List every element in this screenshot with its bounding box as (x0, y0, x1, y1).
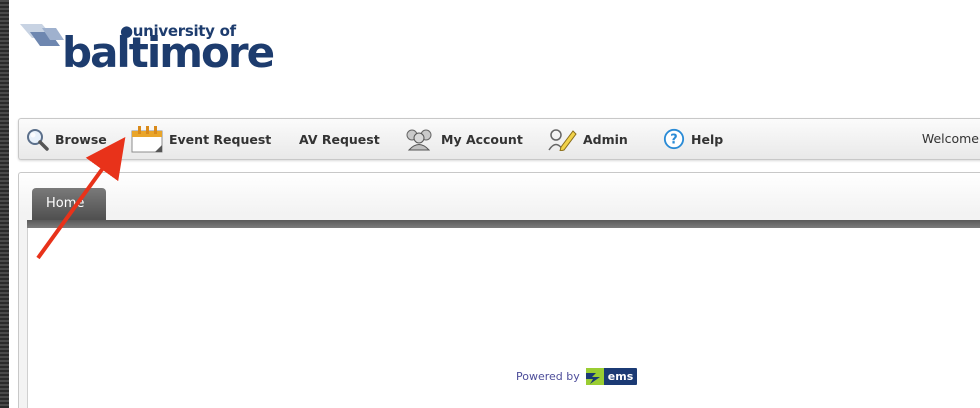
tab-underline (27, 220, 980, 228)
tab-home[interactable]: Home (32, 188, 106, 220)
nav-event-request[interactable]: Event Request (131, 119, 271, 159)
ems-logo[interactable]: ems (585, 368, 638, 385)
magnifier-icon (27, 129, 49, 151)
nav-my-account-label: My Account (441, 131, 523, 147)
nav-admin[interactable]: Admin (547, 119, 628, 159)
logo-big-text: baltimore (62, 28, 275, 77)
powered-by: Powered by ems (516, 368, 638, 385)
nav-av-request-label: AV Request (299, 131, 380, 147)
calendar-icon (131, 126, 163, 153)
svg-text:?: ? (670, 133, 677, 148)
users-icon (406, 129, 432, 151)
user-pencil-icon (548, 129, 577, 151)
nav-av-request[interactable]: AV Request (299, 119, 380, 159)
nav-browse[interactable]: Browse (25, 119, 107, 159)
nav-browse-label: Browse (55, 131, 107, 147)
university-logo[interactable]: ●university of baltimore (20, 14, 280, 84)
content-panel: Home Powered by ems (18, 172, 980, 408)
main-navigation-bar: Browse Event Request AV Request My Accou… (18, 118, 980, 160)
nav-help[interactable]: ? Help (663, 119, 723, 159)
nav-admin-label: Admin (583, 131, 628, 147)
powered-by-text: Powered by (516, 370, 580, 383)
nav-event-request-label: Event Request (169, 131, 272, 147)
logo-emblem-icon (20, 24, 64, 46)
window-left-edge (0, 0, 9, 408)
home-content-area (27, 228, 980, 408)
nav-help-label: Help (691, 131, 724, 147)
ems-brand-text: ems (607, 370, 634, 383)
ems-mark-icon (585, 368, 604, 385)
welcome-text: Welcome (921, 131, 979, 146)
help-icon: ? (663, 128, 685, 150)
nav-my-account[interactable]: My Account (403, 119, 523, 159)
